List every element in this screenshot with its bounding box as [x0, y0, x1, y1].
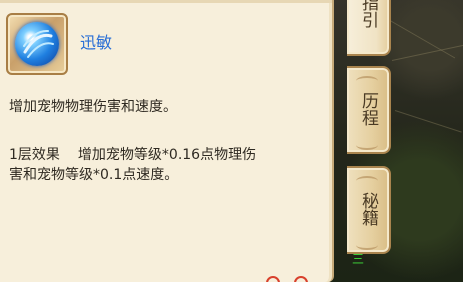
decorative-circle	[294, 276, 308, 282]
scene-branch	[394, 110, 462, 133]
skill-icon-frame[interactable]	[6, 13, 68, 75]
tab-ornament	[356, 140, 378, 150]
scene-green-text: 三	[352, 252, 365, 266]
tab-history-label: 历程	[358, 92, 378, 126]
skill-detail-panel: 迅敏 增加宠物物理伤害和速度。 1层效果 增加宠物等级*0.16点物理伤 害和宠物…	[0, 0, 334, 282]
skill-effect-line-2: 害和宠物等级*0.1点速度。	[9, 167, 179, 183]
decorative-circle	[266, 276, 280, 282]
panel-top-edge	[0, 0, 332, 3]
skill-name: 迅敏	[80, 33, 113, 52]
tab-ornament	[356, 240, 378, 250]
tab-ornament	[356, 176, 378, 186]
tab-secrets-label: 秘籍	[358, 192, 378, 226]
tab-secrets[interactable]: 秘籍	[347, 166, 391, 254]
tab-ornament	[356, 76, 378, 86]
effect-level-label: 1层效果	[9, 147, 60, 163]
swirl-orb-icon	[15, 22, 59, 66]
effect-text: 增加宠物等级*0.16点物理伤	[77, 147, 257, 163]
skill-description: 增加宠物物理伤害和速度。	[9, 99, 177, 115]
tab-history[interactable]: 历程	[347, 66, 391, 154]
scene-branch	[391, 43, 463, 61]
tab-guide-label: 指引	[358, 0, 378, 28]
tab-guide[interactable]: 指引	[347, 0, 391, 56]
